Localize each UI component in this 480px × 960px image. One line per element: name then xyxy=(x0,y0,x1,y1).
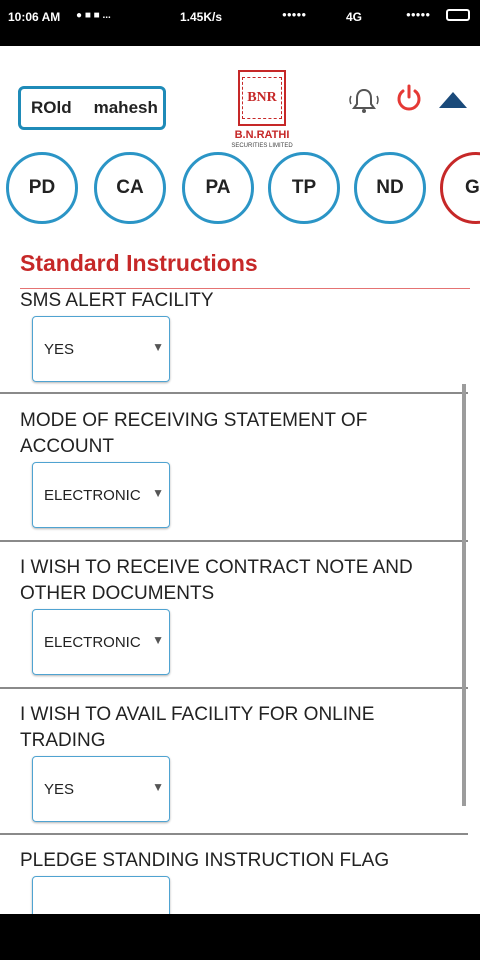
roid-badge: ROld mahesh xyxy=(18,86,166,130)
status-bar: 10:06 AM ● ■ ■ ... 1.45K/s ●●●●● 4G ●●●●… xyxy=(0,0,480,46)
scrollbar[interactable] xyxy=(462,384,466,806)
statement-mode-select[interactable]: ELECTRONIC ▼ xyxy=(32,462,170,528)
power-icon[interactable] xyxy=(396,84,422,112)
tab-pd[interactable]: PD xyxy=(6,152,78,224)
status-time: 10:06 AM xyxy=(8,10,61,24)
dropdown-arrow-icon: ▼ xyxy=(152,340,164,354)
dropdown-arrow-icon: ▼ xyxy=(152,780,164,794)
tab-g[interactable]: G xyxy=(440,152,480,224)
select-value: ELECTRONIC xyxy=(44,634,141,651)
system-nav-bar xyxy=(0,914,480,960)
field-label-contract-note: I WISH TO RECEIVE CONTRACT NOTE AND OTHE… xyxy=(20,557,413,604)
field-divider xyxy=(0,540,468,542)
contract-note-select[interactable]: ELECTRONIC ▼ xyxy=(32,609,170,675)
battery-icon xyxy=(446,9,470,21)
section-title: Standard Instructions xyxy=(20,250,258,276)
notification-icons: ● ■ ■ ... xyxy=(76,10,111,21)
roid-label: ROld xyxy=(31,98,72,117)
select-value: ELECTRONIC xyxy=(44,487,141,504)
tab-tp[interactable]: TP xyxy=(268,152,340,224)
select-value: YES xyxy=(44,781,75,798)
bell-icon[interactable] xyxy=(348,86,380,114)
field-label-sms-alert: SMS ALERT FACILITY xyxy=(20,290,214,311)
tab-ca[interactable]: CA xyxy=(94,152,166,224)
company-logo: BNR xyxy=(238,70,286,126)
field-label-pledge-flag: PLEDGE STANDING INSTRUCTION FLAG xyxy=(20,850,390,871)
field-label-online-trading: I WISH TO AVAIL FACILITY FOR ONLINE TRAD… xyxy=(20,704,375,751)
logo-name: B.N.RATHI xyxy=(234,129,290,141)
logo-tagline: SECURITIES LIMITED xyxy=(231,143,293,149)
user-name: mahesh xyxy=(93,98,158,117)
field-divider xyxy=(0,392,468,394)
online-trading-select[interactable]: YES ▼ xyxy=(32,756,170,822)
logo-mark: BNR xyxy=(242,77,282,119)
sms-alert-select[interactable]: YES ▼ xyxy=(32,316,170,382)
pledge-flag-select[interactable] xyxy=(32,876,170,914)
field-divider xyxy=(0,833,468,835)
app-screen: ROld mahesh BNR B.N.RATHI SECURITIES LIM… xyxy=(0,46,480,914)
dropdown-arrow-icon: ▼ xyxy=(152,633,164,647)
network-speed: 1.45K/s xyxy=(180,10,223,24)
network-type: 4G xyxy=(346,10,363,24)
tab-nd[interactable]: ND xyxy=(354,152,426,224)
field-divider xyxy=(0,687,468,689)
field-label-statement-mode: MODE OF RECEIVING STATEMENT OF ACCOUNT xyxy=(20,410,368,457)
select-value: YES xyxy=(44,341,75,358)
signal-dots-left: ●●●●● xyxy=(282,10,307,19)
dropdown-arrow-icon: ▼ xyxy=(152,486,164,500)
signal-dots-right: ●●●●● xyxy=(406,10,431,19)
collapse-up-icon[interactable] xyxy=(438,90,468,110)
tab-pa[interactable]: PA xyxy=(182,152,254,224)
tab-bar: PD CA PA TP ND G xyxy=(6,152,480,232)
